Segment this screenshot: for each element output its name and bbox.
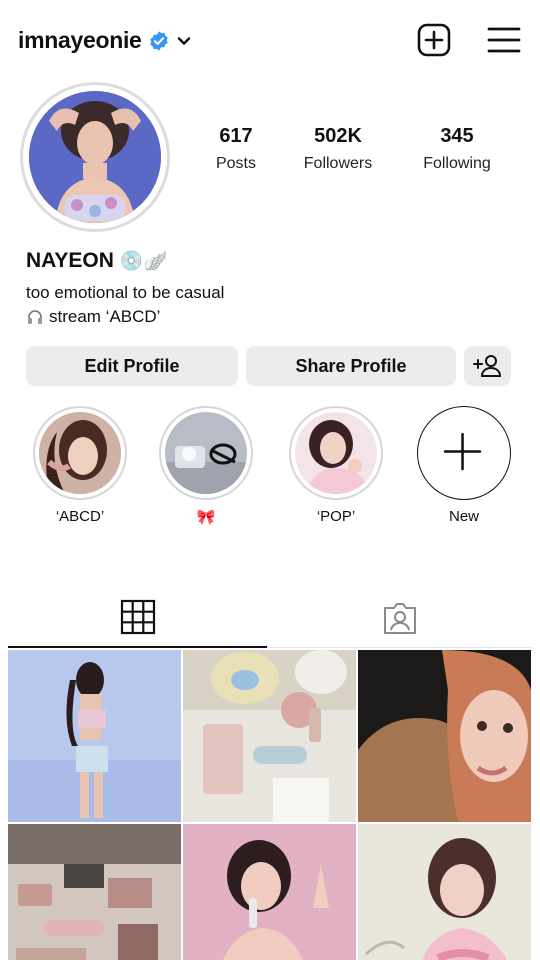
posts-value: 617 bbox=[219, 125, 253, 147]
followers-label: Followers bbox=[303, 155, 373, 172]
post-photo bbox=[358, 824, 531, 960]
discover-people-button[interactable] bbox=[464, 346, 511, 386]
profile-avatar[interactable] bbox=[20, 82, 170, 232]
followers-count[interactable]: 502K Followers bbox=[278, 124, 398, 174]
post-thumbnail[interactable] bbox=[8, 824, 181, 960]
posts-label: Posts bbox=[215, 155, 256, 172]
posts-grid bbox=[8, 650, 532, 960]
chevron-down-icon bbox=[177, 36, 190, 45]
post-thumbnail[interactable] bbox=[183, 824, 356, 960]
post-photo bbox=[8, 650, 181, 822]
following-value: 345 bbox=[440, 125, 474, 147]
edit-profile-button[interactable]: Edit Profile bbox=[26, 346, 238, 386]
grid-icon bbox=[120, 599, 155, 635]
highlight-cover bbox=[165, 412, 247, 494]
hamburger-menu-icon[interactable] bbox=[486, 22, 522, 58]
verified-badge-icon bbox=[149, 30, 168, 51]
plus-icon bbox=[443, 432, 482, 471]
followers-value: 502K bbox=[314, 125, 362, 147]
highlight-ribbon[interactable]: 🎀 bbox=[158, 406, 254, 528]
highlight-abcd[interactable]: ‘ABCD’ bbox=[32, 406, 128, 528]
bio-line-1: too emotional to be casual bbox=[26, 283, 225, 302]
highlight-ring bbox=[33, 406, 127, 500]
highlight-label: ‘ABCD’ bbox=[55, 508, 105, 525]
post-thumbnail[interactable] bbox=[183, 650, 356, 822]
tagged-person-icon bbox=[383, 602, 416, 634]
highlight-label: 🎀 bbox=[196, 509, 216, 526]
following-label: Following bbox=[423, 155, 491, 172]
post-thumbnail[interactable] bbox=[358, 650, 531, 822]
post-photo bbox=[183, 650, 356, 822]
account-switcher[interactable]: imnayeonie bbox=[18, 27, 192, 54]
post-photo bbox=[183, 824, 356, 960]
highlight-cover bbox=[39, 412, 121, 494]
highlight-cover bbox=[295, 412, 377, 494]
highlight-label: New bbox=[448, 508, 479, 525]
avatar bbox=[29, 91, 161, 223]
posts-count[interactable]: 617 Posts bbox=[196, 124, 276, 174]
bio-line-2: stream ‘ABCD’ bbox=[26, 307, 160, 327]
following-count[interactable]: 345 Following bbox=[398, 124, 516, 174]
share-profile-button[interactable]: Share Profile bbox=[246, 346, 456, 386]
post-thumbnail[interactable] bbox=[8, 650, 181, 822]
highlight-label: ‘POP’ bbox=[316, 508, 356, 525]
top-bar: imnayeonie bbox=[0, 0, 540, 82]
highlight-pop[interactable]: ‘POP’ bbox=[288, 406, 384, 528]
username: imnayeonie bbox=[18, 27, 142, 53]
avatar-photo bbox=[29, 91, 161, 223]
highlight-ring bbox=[417, 406, 511, 500]
tab-tagged[interactable] bbox=[267, 588, 532, 648]
highlight-ring bbox=[289, 406, 383, 500]
display-name-row: NAYEON 💿🪽 bbox=[26, 249, 167, 273]
post-photo bbox=[358, 650, 531, 822]
display-name: NAYEON bbox=[26, 249, 114, 272]
headphones-icon bbox=[28, 310, 42, 324]
highlight-ring bbox=[159, 406, 253, 500]
add-person-icon bbox=[472, 355, 501, 377]
bio-line-2-text: stream ‘ABCD’ bbox=[49, 307, 161, 326]
tab-posts-grid[interactable] bbox=[8, 588, 267, 648]
post-thumbnail[interactable] bbox=[358, 824, 531, 960]
post-photo bbox=[8, 824, 181, 960]
name-emoji: 💿🪽 bbox=[119, 251, 168, 272]
new-highlight-button[interactable]: New bbox=[416, 406, 512, 528]
plus-square-icon[interactable] bbox=[416, 22, 452, 58]
profile-stats: 617 Posts 502K Followers 345 Following bbox=[196, 124, 516, 174]
